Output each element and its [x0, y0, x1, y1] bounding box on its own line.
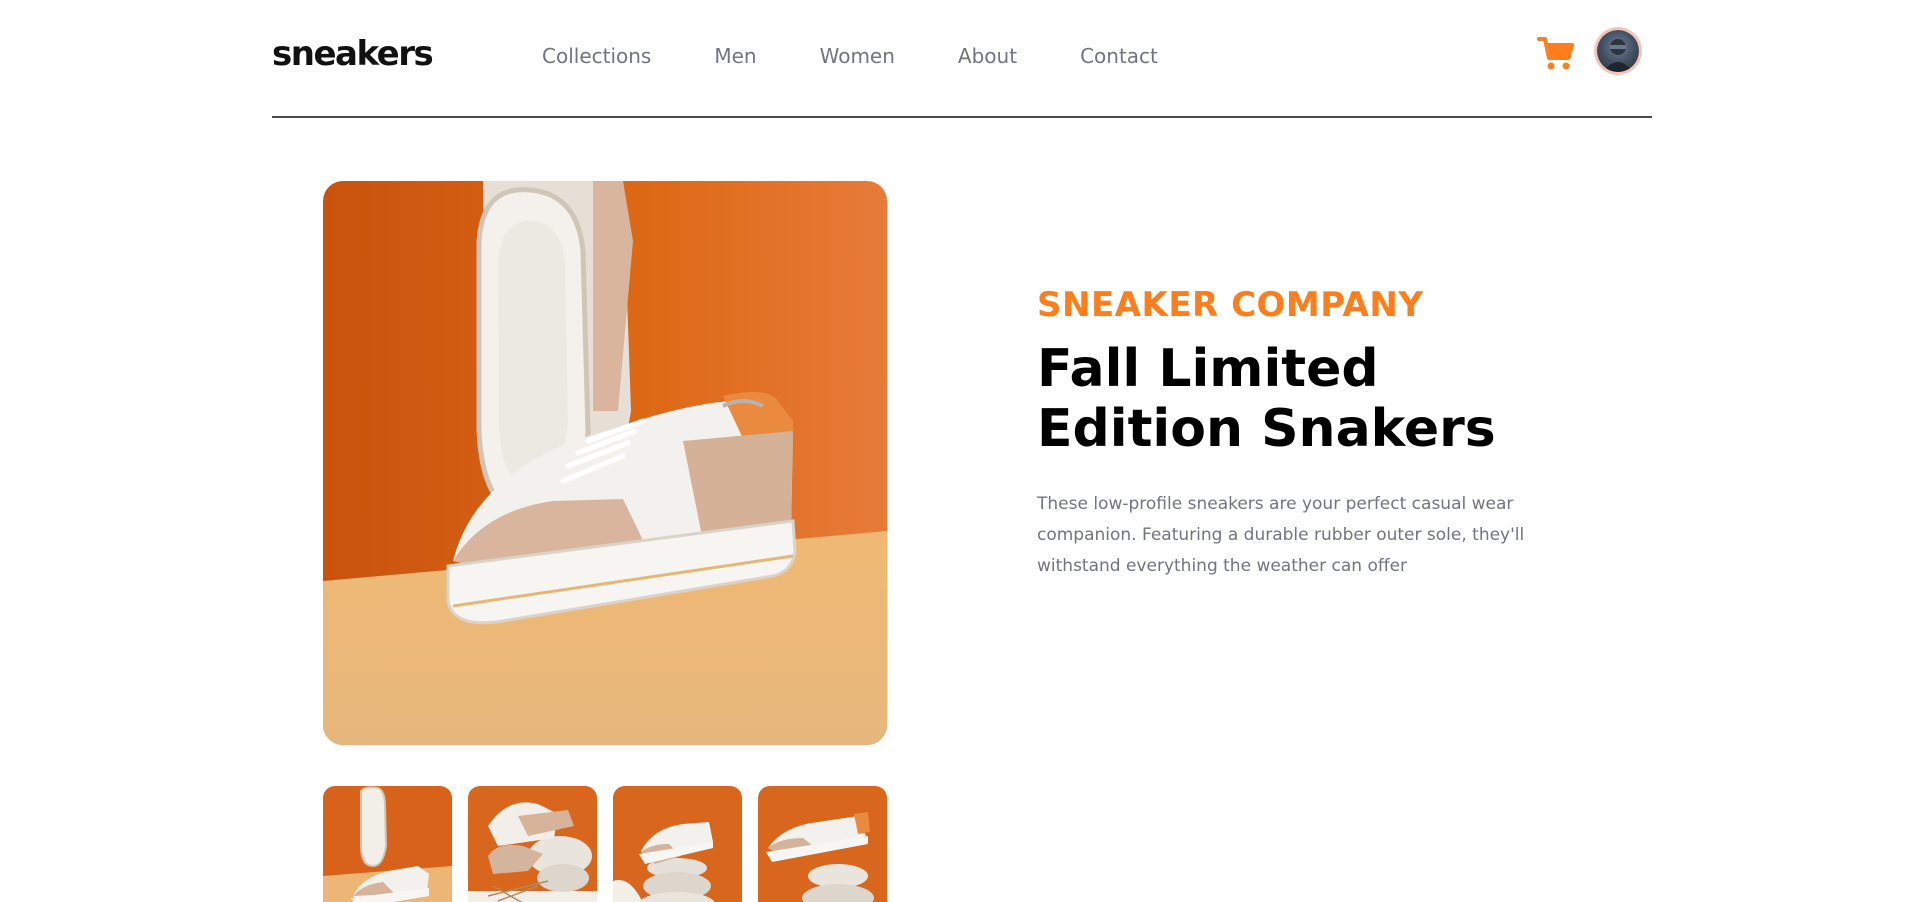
main-nav: Collections Men Women About Contact [542, 44, 1221, 68]
product-thumbnail-3[interactable] [613, 786, 742, 902]
product-description: These low-profile sneakers are your perf… [1037, 494, 1525, 576]
company-name: SNEAKER COMPANY [1037, 285, 1424, 325]
avatar[interactable] [1597, 30, 1639, 72]
nav-collections[interactable]: Collections [542, 44, 651, 68]
cart-icon[interactable] [1537, 36, 1575, 72]
thumbnail-strip [323, 786, 887, 902]
product-thumbnail-2[interactable] [468, 786, 597, 902]
nav-women[interactable]: Women [820, 44, 895, 68]
product-title: Fall Limited Edition Snakers [1037, 339, 1496, 459]
product-details: SNEAKER COMPANY Fall Limited Edition Sna… [1037, 285, 1597, 582]
nav-about[interactable]: About [958, 44, 1017, 68]
product-main-image[interactable] [323, 181, 887, 745]
product-thumbnail-4[interactable] [758, 786, 887, 902]
site-header: sneakers Collections Men Women About Con… [272, 0, 1652, 118]
logo[interactable]: sneakers [272, 34, 434, 74]
product-thumbnail-1[interactable] [323, 786, 452, 902]
nav-men[interactable]: Men [714, 44, 756, 68]
nav-contact[interactable]: Contact [1080, 44, 1158, 68]
